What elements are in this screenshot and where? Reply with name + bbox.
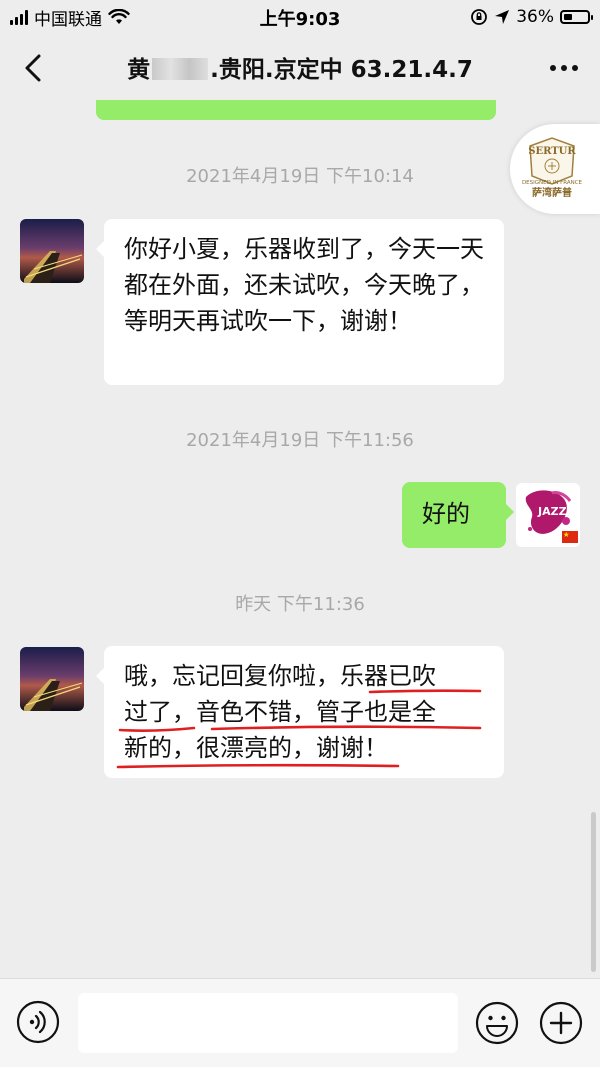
night-bridge-photo: [20, 647, 84, 711]
plus-icon: [539, 1001, 583, 1045]
incoming-message-bubble[interactable]: 你好小夏，乐器收到了，今天一天都在外面，还未试吹，今天晚了，等明天再试吹一下，谢…: [96, 219, 504, 385]
message-text: 你好小夏，乐器收到了，今天一天都在外面，还未试吹，今天晚了，等明天再试吹一下，谢…: [124, 235, 484, 335]
message-text: 好的: [422, 500, 470, 528]
status-bar: 中国联通 上午9:03 36%: [0, 0, 600, 34]
message-line-3: 新的，很漂亮的，谢谢！: [124, 730, 486, 766]
underlined-text: 音色不错，管子也是全: [196, 698, 436, 726]
jazz-logo-avatar: JAZZ: [516, 483, 580, 547]
back-button[interactable]: [14, 48, 54, 88]
message-line-1: 哦，忘记回复你啦，乐器已吹: [124, 658, 486, 694]
underlined-text: 乐器已吹: [340, 662, 436, 690]
chevron-left-icon: [25, 54, 41, 82]
more-button[interactable]: [542, 48, 586, 88]
location-arrow-icon: [495, 10, 510, 24]
underlined-text: 新的，很漂亮的，谢谢！: [124, 734, 388, 762]
contact-avatar[interactable]: [20, 219, 84, 283]
own-avatar[interactable]: JAZZ: [516, 483, 580, 547]
emoji-icon: [475, 1001, 519, 1045]
battery-percent: 36%: [516, 7, 554, 27]
add-button[interactable]: [538, 1000, 584, 1046]
brand-watermark: SERTUR DESIGNED IN FRANCE 萨湾萨普: [510, 124, 600, 214]
scrollbar[interactable]: [591, 812, 596, 972]
chat-title: 黄 .贵阳.京定中 63.21.4.7: [70, 50, 530, 84]
nav-bar: 黄 .贵阳.京定中 63.21.4.7: [0, 34, 600, 100]
previous-message-bubble[interactable]: [96, 100, 496, 120]
orientation-lock-icon: [471, 9, 488, 25]
message-input[interactable]: [78, 993, 458, 1053]
message-text: 哦，忘记回复你啦，: [124, 662, 340, 690]
chat-title-prefix: 黄: [127, 57, 151, 83]
status-right: 36%: [470, 5, 593, 29]
brand-cn-text: 萨湾萨普: [532, 186, 572, 199]
incoming-message-bubble[interactable]: 哦，忘记回复你啦，乐器已吹 过了，音色不错，管子也是全 新的，很漂亮的，谢谢！: [96, 646, 504, 778]
chat-area[interactable]: 2021年4月19日 下午10:14 你好小夏，乐器收到了，今天一天都在外面，还…: [0, 100, 600, 978]
brand-logo: SERTUR DESIGNED IN FRANCE 萨湾萨普: [522, 137, 583, 199]
svg-text:JAZZ: JAZZ: [537, 505, 567, 518]
emoji-button[interactable]: [474, 1000, 520, 1046]
input-bar: [0, 978, 600, 1067]
chat-title-suffix: .贵阳.京定中 63.21.4.7: [210, 57, 473, 83]
name-mosaic-mask: [152, 58, 209, 80]
night-bridge-photo: [20, 219, 84, 283]
voice-button[interactable]: [16, 1000, 60, 1044]
battery-level: [564, 14, 572, 20]
voice-icon: [29, 1010, 46, 1034]
outgoing-message-bubble[interactable]: 好的: [402, 482, 514, 548]
bottom-safe-area: [0, 1060, 600, 1067]
underlined-text: 过了，: [124, 698, 196, 726]
more-dots-icon: [550, 65, 578, 71]
contact-avatar[interactable]: [20, 647, 84, 711]
brand-tagline-text: DESIGNED IN FRANCE: [522, 180, 583, 186]
message-timestamp: 2021年4月19日 下午11:56: [186, 430, 414, 451]
message-line-2: 过了，音色不错，管子也是全: [124, 694, 486, 730]
battery-icon: [560, 10, 593, 24]
message-timestamp: 昨天 下午11:36: [235, 594, 365, 615]
brand-name-text: SERTUR: [528, 146, 576, 157]
